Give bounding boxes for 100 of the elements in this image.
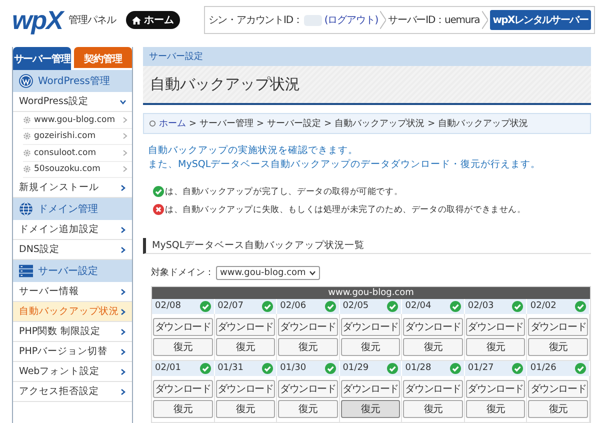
backup-date: 02/02 xyxy=(530,301,556,312)
restore-button[interactable]: 復元 xyxy=(466,338,526,356)
restore-button[interactable]: 復元 xyxy=(340,338,400,356)
sidebar-item[interactable]: アクセス拒否設定 xyxy=(13,382,132,402)
sidebar-tab[interactable]: 契約管理 xyxy=(74,47,132,70)
backup-date: 02/06 xyxy=(280,301,306,312)
backup-date: 01/26 xyxy=(530,363,556,374)
site-item[interactable]: www.gou-blog.com xyxy=(34,114,119,125)
backup-date: 02/01 xyxy=(155,363,181,374)
sidebar-item[interactable]: PHP関数 制限設定 xyxy=(13,322,132,342)
logo[interactable]: wpX xyxy=(12,4,62,36)
breadcrumb-separator: > xyxy=(189,118,197,128)
domain-select[interactable]: www.gou-blog.com xyxy=(216,266,320,280)
section-heading: MySQLデータベース自動バックアップ状況一覧 xyxy=(143,238,591,254)
restore-button[interactable]: 復元 xyxy=(528,338,588,356)
download-button[interactable]: ダウンロード xyxy=(340,318,400,336)
house-icon xyxy=(132,16,141,24)
section-label: サーバー設定 xyxy=(143,47,591,66)
server-id: サーバーID：uemura xyxy=(388,14,480,27)
legend-text: は、自動バックアップが完了し、データの取得が可能です。 xyxy=(165,186,403,198)
chevron-right-icon xyxy=(120,184,126,190)
download-button[interactable]: ダウンロード xyxy=(216,380,276,398)
backup-date: 02/04 xyxy=(405,301,432,312)
breadcrumb-item: 自動バックアップ状況 xyxy=(334,117,425,130)
download-button[interactable]: ダウンロード xyxy=(278,380,338,398)
chevron-right-icon xyxy=(120,368,126,374)
section-header[interactable]: WordPress管理 xyxy=(13,70,132,92)
download-button[interactable]: ダウンロード xyxy=(340,380,400,398)
cross-icon xyxy=(153,204,164,216)
download-button[interactable]: ダウンロード xyxy=(528,380,588,398)
sidebar-item[interactable]: Webフォント設定 xyxy=(13,362,132,382)
restore-button[interactable]: 復元 xyxy=(278,400,338,418)
chevron-divider-icon xyxy=(482,11,488,29)
restore-button[interactable]: 復元 xyxy=(216,400,276,418)
globe-icon xyxy=(19,202,33,216)
section-header[interactable]: ドメイン管理 xyxy=(13,198,132,220)
restore-button[interactable]: 復元 xyxy=(466,400,526,418)
download-button[interactable]: ダウンロード xyxy=(528,318,588,336)
sidebar-tab[interactable]: サーバー管理 xyxy=(13,47,71,70)
chevron-right-icon xyxy=(122,116,128,123)
breadcrumb-separator: > xyxy=(428,118,436,128)
wordpress-icon xyxy=(19,74,33,88)
server-icon xyxy=(19,264,33,278)
sidebar-item[interactable]: ドメイン追加設定 xyxy=(13,220,132,240)
chevron-right-icon xyxy=(120,388,126,394)
home-button[interactable]: ホーム xyxy=(126,11,180,29)
restore-button[interactable]: 復元 xyxy=(153,400,213,418)
chevron-right-icon xyxy=(120,328,126,334)
restore-button[interactable]: 復元 xyxy=(340,400,400,418)
download-button[interactable]: ダウンロード xyxy=(403,380,463,398)
backup-date: 01/27 xyxy=(468,363,494,374)
chevron-down-icon xyxy=(120,98,126,104)
download-button[interactable]: ダウンロード xyxy=(216,318,276,336)
sidebar-item[interactable]: WordPress設定 xyxy=(13,92,132,112)
chevron-right-icon xyxy=(122,133,128,140)
service-button[interactable]: wpXレンタルサーバー xyxy=(490,10,591,30)
breadcrumb-link[interactable]: ホーム xyxy=(159,117,186,130)
chevron-down-icon xyxy=(308,270,316,276)
download-button[interactable]: ダウンロード xyxy=(466,380,526,398)
select-label: 対象ドメイン： xyxy=(151,266,214,280)
chevron-right-icon xyxy=(120,288,126,294)
chevron-right-icon xyxy=(122,166,128,172)
backup-date: 01/29 xyxy=(342,363,369,374)
restore-button[interactable]: 復元 xyxy=(153,338,213,356)
breadcrumb-separator: > xyxy=(324,118,332,128)
account-label: シン・アカウントID： xyxy=(208,14,302,27)
download-button[interactable]: ダウンロード xyxy=(403,318,463,336)
restore-button[interactable]: 復元 xyxy=(528,400,588,418)
chevron-right-icon xyxy=(120,348,126,354)
download-button[interactable]: ダウンロード xyxy=(278,318,338,336)
description-text: 自動バックアップの実施状況を確認できます。 xyxy=(148,144,359,158)
legend-text: は、自動バックアップに失敗、もしくは処理が未完了のため、データの取得ができません。 xyxy=(165,204,526,216)
chevron-right-icon xyxy=(120,226,126,232)
breadcrumb-item: 自動バックアップ状況 xyxy=(438,117,528,130)
restore-button[interactable]: 復元 xyxy=(216,338,276,356)
backup-date: 01/28 xyxy=(405,363,432,374)
table-header: www.gou-blog.com xyxy=(152,286,590,299)
chevron-right-icon xyxy=(122,150,128,156)
download-button[interactable]: ダウンロード xyxy=(153,380,213,398)
download-button[interactable]: ダウンロード xyxy=(466,318,526,336)
download-button[interactable]: ダウンロード xyxy=(153,318,213,336)
breadcrumb-separator: > xyxy=(256,118,264,128)
section-header[interactable]: サーバー設定 xyxy=(13,260,132,282)
site-item[interactable]: gozeirishi.com xyxy=(34,131,119,142)
restore-button[interactable]: 復元 xyxy=(278,338,338,356)
logout-link[interactable]: (ログアウト) xyxy=(324,13,378,27)
circle-icon xyxy=(149,120,156,127)
backup-date: 02/07 xyxy=(218,301,244,312)
sidebar-item[interactable]: PHPバージョン切替 xyxy=(13,342,132,362)
site-item[interactable]: consuloot.com xyxy=(34,148,119,158)
check-icon xyxy=(153,186,164,198)
site-item[interactable]: 50souzoku.com xyxy=(34,164,119,174)
section-title: サーバー設定 xyxy=(38,264,98,278)
restore-button[interactable]: 復元 xyxy=(403,338,463,356)
panel-label: 管理パネル xyxy=(68,14,116,27)
description-text: また、MySQLデータベース自動バックアップのデータダウンロード・復元が行えます。 xyxy=(148,158,542,172)
restore-button[interactable]: 復元 xyxy=(403,400,463,418)
section-title: WordPress管理 xyxy=(38,75,110,88)
chevron-right-icon xyxy=(120,308,126,314)
breadcrumb-item: サーバー設定 xyxy=(267,118,322,130)
